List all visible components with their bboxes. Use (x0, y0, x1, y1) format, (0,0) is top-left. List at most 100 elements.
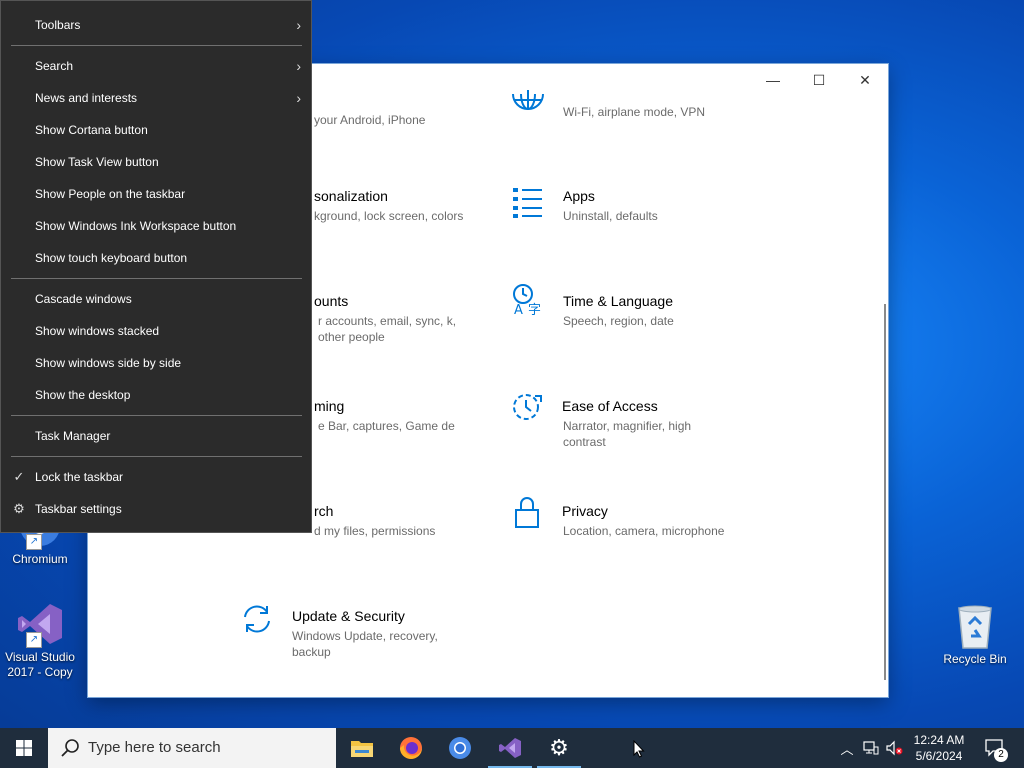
menu-item-taskbar-settings[interactable]: ⚙ Taskbar settings (1, 494, 311, 524)
chevron-up-icon: ︿ (840, 741, 854, 757)
menu-item-label: Show the desktop (35, 388, 131, 402)
ease-of-access-icon (513, 394, 542, 420)
menu-item-label: Show touch keyboard button (35, 251, 188, 265)
menu-item-windows-stacked[interactable]: Show windows stacked (1, 316, 311, 346)
tile-title: Ease of Access (562, 398, 658, 414)
search-icon (61, 739, 79, 757)
menu-item-label: Lock the taskbar (35, 470, 124, 484)
menu-item-show-touch-keyboard[interactable]: Show touch keyboard button (1, 243, 311, 273)
taskbar-clock[interactable]: 12:24 AM 5/6/2024 (905, 732, 973, 764)
menu-item-label: Search (35, 59, 74, 73)
maximize-icon[interactable]: ☐ (796, 64, 842, 96)
svg-text:字: 字 (528, 303, 541, 317)
menu-item-toolbars[interactable]: Toolbars › (1, 10, 311, 40)
taskbar-context-menu: Toolbars › Search › News and interests › Sh… (0, 0, 312, 533)
tile-title: Time & Language (563, 293, 673, 309)
menu-item-label: Show Cortana button (35, 123, 148, 137)
action-center-button[interactable]: 2 (980, 728, 1010, 768)
menu-item-search[interactable]: Search › (1, 51, 311, 81)
menu-item-task-manager[interactable]: Task Manager (1, 421, 311, 451)
menu-item-show-task-view[interactable]: Show Task View button (1, 147, 311, 177)
menu-item-show-cortana[interactable]: Show Cortana button (1, 115, 311, 145)
menu-item-label: Show windows side by side (35, 356, 182, 370)
tile-title: rch (314, 503, 334, 519)
menu-separator (11, 45, 302, 46)
volume-muted-icon (886, 740, 903, 756)
recycle-bin-icon (951, 602, 999, 650)
tile-title: Apps (563, 188, 595, 204)
notification-count-badge: 2 (994, 748, 1008, 762)
folder-icon (351, 741, 373, 757)
clock-time: 12:24 AM (913, 733, 965, 747)
chevron-right-icon: › (296, 58, 301, 74)
tile-desc: Wi-Fi, airplane mode, VPN (563, 105, 706, 119)
tile-title: ounts (314, 293, 349, 309)
mouse-cursor (633, 739, 645, 763)
tile-desc: your Android, iPhone (314, 113, 426, 127)
visual-studio-icon: ↗ (16, 600, 64, 648)
tile-desc: r accounts, email, sync, k, other people (318, 314, 457, 344)
menu-item-show-desktop[interactable]: Show the desktop (1, 380, 311, 410)
close-icon[interactable]: ✕ (842, 64, 888, 96)
menu-item-label: Show People on the taskbar (35, 187, 186, 201)
desktop-icon-recycle-bin[interactable]: Recycle Bin (935, 602, 1015, 667)
menu-separator (11, 456, 302, 457)
tile-title: sonalization (314, 188, 388, 204)
firefox-icon (400, 737, 422, 759)
menu-item-label: Task Manager (35, 429, 111, 443)
menu-item-show-people[interactable]: Show People on the taskbar (1, 179, 311, 209)
show-hidden-icons-button[interactable]: ︿ (838, 728, 856, 768)
minimize-icon[interactable]: — (750, 64, 796, 96)
clock-date: 5/6/2024 (915, 749, 963, 763)
gear-icon: ⚙ (549, 735, 569, 760)
menu-item-cascade-windows[interactable]: Cascade windows (1, 284, 311, 314)
tile-desc: Windows Update, recovery, backup (292, 629, 438, 659)
tile-desc: Speech, region, date (563, 314, 674, 328)
menu-item-lock-taskbar[interactable]: ✓ Lock the taskbar (1, 462, 311, 492)
checkmark-icon: ✓ (13, 469, 25, 484)
apps-list-icon (513, 188, 542, 218)
shortcut-arrow-icon: ↗ (26, 534, 42, 550)
visual-studio-icon (499, 738, 521, 758)
tile-title: Privacy (562, 503, 608, 519)
gear-icon: ⚙ (13, 501, 25, 516)
network-globe-icon (512, 90, 544, 110)
time-language-icon: A字 (513, 284, 541, 317)
network-status-button[interactable] (860, 728, 882, 768)
menu-item-label: Show Task View button (35, 155, 159, 169)
chromium-icon (449, 737, 471, 759)
chevron-right-icon: › (296, 90, 301, 106)
search-placeholder: Type here to search (88, 739, 221, 756)
menu-item-label: Cascade windows (35, 292, 132, 306)
taskbar-chromium[interactable] (436, 728, 484, 768)
menu-item-label: News and interests (35, 91, 138, 105)
menu-item-label: Taskbar settings (35, 502, 122, 516)
sync-arrows-icon (244, 605, 270, 633)
taskbar-settings[interactable]: ⚙ (535, 728, 583, 768)
menu-item-windows-side-by-side[interactable]: Show windows side by side (1, 348, 311, 378)
tile-title: Update & Security (292, 608, 405, 624)
taskbar-firefox[interactable] (387, 728, 435, 768)
tile-desc: Narrator, magnifier, high contrast (563, 419, 692, 449)
menu-item-news-interests[interactable]: News and interests › (1, 83, 311, 113)
menu-item-label: Show Windows Ink Workspace button (35, 219, 237, 233)
tile-title: ming (314, 398, 345, 414)
lock-icon (515, 497, 539, 528)
scrollbar[interactable] (884, 304, 886, 680)
taskbar-search-box[interactable]: Type here to search (48, 728, 336, 768)
desktop-icon-visual-studio[interactable]: ↗ Visual Studio 2017 - Copy (0, 600, 80, 680)
desktop-icon-label: Chromium (12, 552, 68, 566)
menu-item-show-ink-workspace[interactable]: Show Windows Ink Workspace button (1, 211, 311, 241)
taskbar-visual-studio[interactable] (486, 728, 534, 768)
menu-separator (11, 278, 302, 279)
menu-item-label: Toolbars (35, 18, 81, 32)
taskbar-file-explorer[interactable] (338, 728, 386, 768)
tile-desc: Location, camera, microphone (563, 524, 725, 538)
menu-item-label: Show windows stacked (35, 324, 160, 338)
network-icon (863, 741, 879, 755)
tile-desc: d my files, permissions (314, 524, 436, 538)
tile-desc: Uninstall, defaults (563, 209, 658, 223)
volume-button[interactable] (883, 728, 905, 768)
tile-desc: kground, lock screen, colors (314, 209, 464, 223)
start-button[interactable] (0, 728, 48, 768)
